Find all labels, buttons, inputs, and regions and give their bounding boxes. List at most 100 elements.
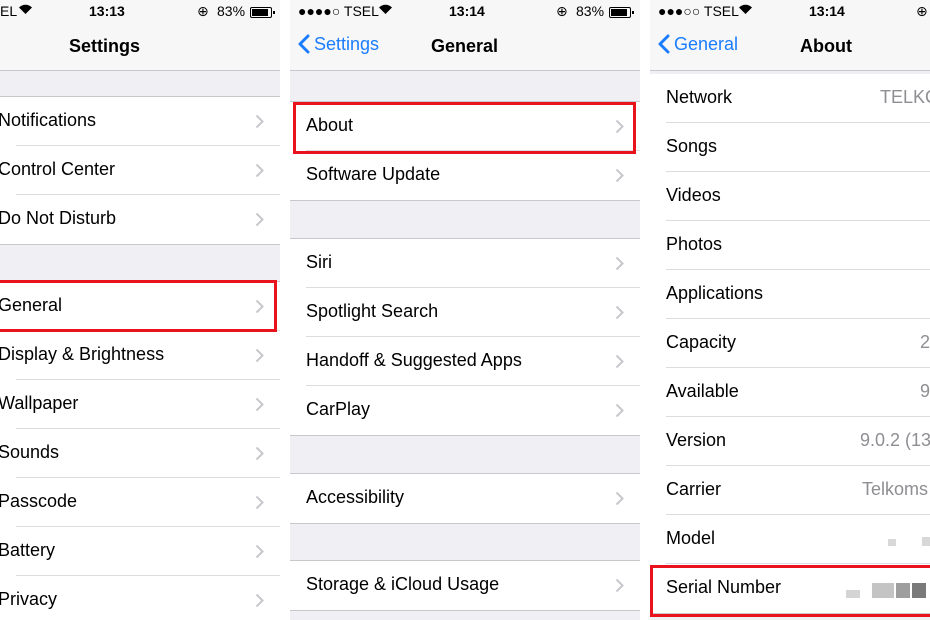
chevron-left-icon: [658, 34, 670, 54]
row-label: Software Update: [306, 164, 441, 184]
settings-group-2: General Display & Brightness Wallpaper Soun…: [0, 281, 280, 620]
orientation-lock-icon: ⊕: [197, 3, 209, 19]
row-siri[interactable]: Siri: [290, 239, 640, 288]
back-label: Settings: [314, 34, 380, 54]
row-network[interactable]: Network TELKC: [650, 74, 930, 123]
about-list: Network TELKC Songs Videos Photos Application…: [650, 74, 930, 614]
nav-bar: Settings: [0, 24, 280, 71]
page-title: About: [800, 36, 852, 56]
row-label: Videos: [666, 185, 721, 205]
row-value: Telkoms: [862, 479, 929, 499]
chevron-right-icon: [255, 397, 264, 412]
row-label: Battery: [0, 540, 56, 560]
settings-group-1: Notifications Control Center Do Not Distur…: [0, 96, 280, 245]
chevron-right-icon: [615, 256, 624, 271]
orientation-lock-icon: ⊕: [556, 3, 568, 19]
chevron-left-icon: [298, 34, 310, 54]
row-version[interactable]: Version 9.0.2 (13: [650, 417, 930, 466]
general-group-1: About Software Update: [290, 101, 640, 201]
chevron-right-icon: [255, 348, 264, 363]
settings-screen: EL 13:13 ⊕ 83% Settings Notifications Con…: [0, 0, 280, 620]
chevron-right-icon: [615, 491, 624, 506]
redacted-serial-block: [872, 583, 894, 598]
row-battery[interactable]: Battery: [0, 527, 280, 576]
row-wallpaper[interactable]: Wallpaper: [0, 380, 280, 429]
row-carplay[interactable]: CarPlay: [290, 386, 640, 435]
row-passcode[interactable]: Passcode: [0, 478, 280, 527]
carrier-label: ●●●○○ TSEL: [658, 3, 739, 19]
row-label: Storage & iCloud Usage: [306, 574, 500, 594]
row-capacity[interactable]: Capacity 2: [650, 319, 930, 368]
row-label: Photos: [666, 234, 723, 254]
row-label: Spotlight Search: [306, 301, 439, 321]
row-label: Version: [666, 430, 727, 450]
row-sounds[interactable]: Sounds: [0, 429, 280, 478]
back-label: General: [674, 34, 739, 54]
redacted-serial-block: [846, 590, 860, 598]
row-songs[interactable]: Songs: [650, 123, 930, 172]
row-storage-and-icloud-usage[interactable]: Storage & iCloud Usage: [290, 561, 640, 610]
row-applications[interactable]: Applications: [650, 270, 930, 319]
row-spotlight-search[interactable]: Spotlight Search: [290, 288, 640, 337]
row-handoff-and-suggested-apps[interactable]: Handoff & Suggested Apps: [290, 337, 640, 386]
battery-percent: 83%: [576, 3, 605, 19]
row-label: Siri: [306, 252, 332, 272]
row-label: Accessibility: [306, 487, 405, 507]
row-carrier[interactable]: Carrier Telkoms: [650, 466, 930, 515]
carrier-label: EL: [0, 3, 18, 19]
redacted-serial-block: [912, 583, 926, 598]
row-label: Songs: [666, 136, 718, 156]
status-time: 13:13: [89, 3, 125, 19]
row-value: 9.0.2 (13: [860, 430, 930, 450]
status-time: 13:14: [809, 3, 845, 19]
row-available[interactable]: Available 9: [650, 368, 930, 417]
row-photos[interactable]: Photos: [650, 221, 930, 270]
row-label: Applications: [666, 283, 764, 303]
chevron-right-icon: [615, 168, 624, 183]
chevron-right-icon: [615, 354, 624, 369]
chevron-right-icon: [255, 299, 264, 314]
row-do-not-disturb[interactable]: Do Not Disturb: [0, 195, 280, 244]
row-software-update[interactable]: Software Update: [290, 151, 640, 200]
row-label: Handoff & Suggested Apps: [306, 350, 522, 370]
back-button[interactable]: General: [658, 34, 738, 55]
page-title: Settings: [69, 36, 141, 56]
row-label: Carrier: [666, 479, 722, 499]
row-label: Sounds: [0, 442, 60, 462]
page-title: General: [431, 36, 499, 56]
row-control-center[interactable]: Control Center: [0, 146, 280, 195]
row-label: General: [0, 295, 63, 315]
row-about[interactable]: About: [290, 102, 640, 151]
row-privacy[interactable]: Privacy: [0, 576, 280, 620]
back-button[interactable]: Settings: [298, 34, 379, 55]
row-label: Do Not Disturb: [0, 208, 117, 228]
general-group-3: Accessibility: [290, 473, 640, 524]
wifi-icon: [738, 2, 753, 18]
general-group-2: Siri Spotlight Search Handoff & Suggested …: [290, 238, 640, 436]
battery-percent: 83%: [217, 3, 246, 19]
chevron-right-icon: [615, 119, 624, 134]
chevron-right-icon: [255, 114, 264, 129]
row-label: Available: [666, 381, 739, 401]
row-videos[interactable]: Videos: [650, 172, 930, 221]
status-bar: EL 13:13 ⊕ 83%: [0, 0, 280, 24]
nav-bar: Settings General: [290, 24, 640, 71]
row-label: Model: [666, 528, 716, 548]
row-label: Capacity: [666, 332, 737, 352]
row-general[interactable]: General: [0, 282, 280, 331]
redacted-model-block: [888, 539, 896, 546]
row-label: Control Center: [0, 159, 116, 179]
status-bar: ●●●●○ TSEL 13:14 ⊕ 83%: [290, 0, 640, 24]
row-notifications[interactable]: Notifications: [0, 97, 280, 146]
row-display-and-brightness[interactable]: Display & Brightness: [0, 331, 280, 380]
chevron-right-icon: [615, 578, 624, 593]
chevron-right-icon: [615, 305, 624, 320]
about-screen: ●●●○○ TSEL 13:14 ⊕ General About Network…: [650, 0, 930, 620]
chevron-right-icon: [615, 403, 624, 418]
wifi-icon: [18, 2, 33, 18]
row-value: TELKC: [880, 87, 930, 107]
row-accessibility[interactable]: Accessibility: [290, 474, 640, 523]
general-group-4: Storage & iCloud Usage: [290, 560, 640, 611]
nav-bar: General About: [650, 24, 930, 71]
row-label: Wallpaper: [0, 393, 79, 413]
